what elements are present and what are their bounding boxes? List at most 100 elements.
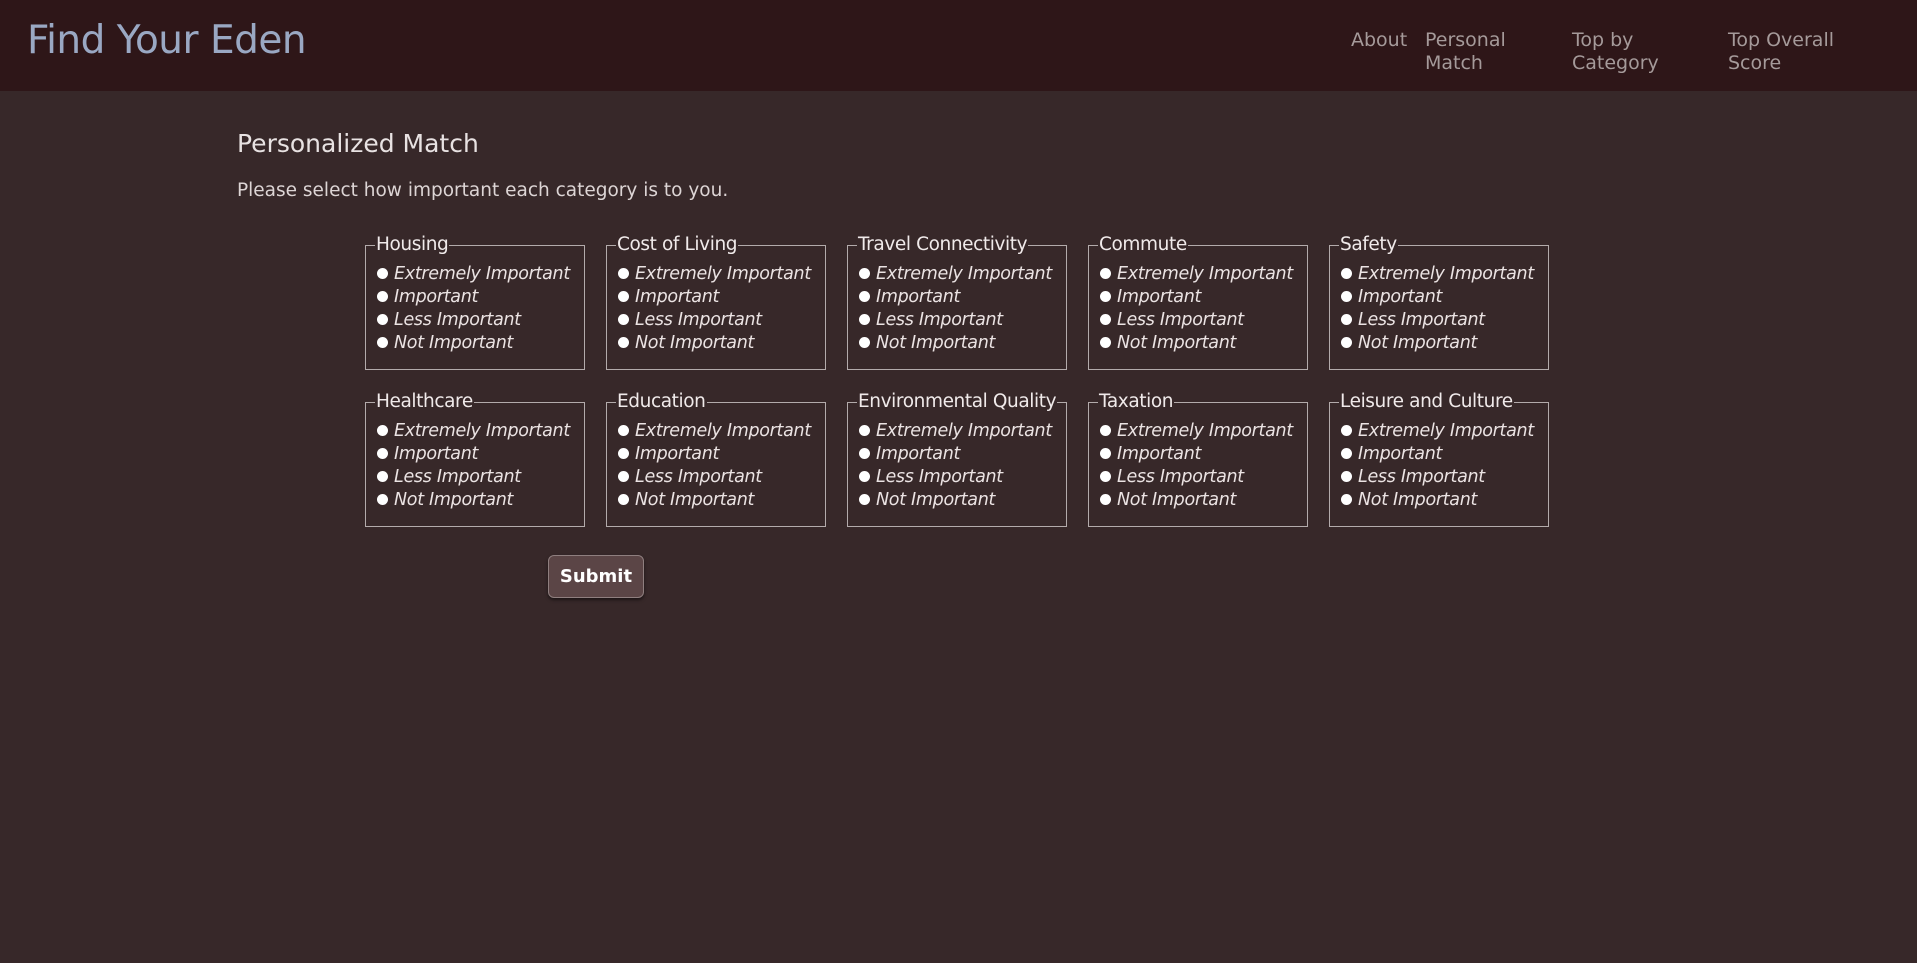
- radio-button[interactable]: [618, 291, 629, 302]
- nav-link-top-overall-score-line1: Top Overall: [1728, 29, 1835, 51]
- radio-option-healthcare-2[interactable]: Less Important: [377, 465, 521, 488]
- radio-label: Not Important: [1358, 332, 1478, 353]
- fieldset-legend: Taxation: [1098, 391, 1175, 413]
- radio-label: Not Important: [1117, 489, 1237, 510]
- radio-button[interactable]: [377, 471, 388, 482]
- radio-button[interactable]: [1100, 448, 1111, 459]
- radio-label: Less Important: [1358, 309, 1485, 330]
- radio-button[interactable]: [1341, 448, 1352, 459]
- radio-option-leisure-and-culture-3[interactable]: Not Important: [1341, 488, 1477, 511]
- radio-button[interactable]: [377, 425, 388, 436]
- radio-option-taxation-0[interactable]: Extremely Important: [1100, 419, 1293, 442]
- radio-option-housing-0[interactable]: Extremely Important: [377, 262, 570, 285]
- radio-option-cost-of-living-2[interactable]: Less Important: [618, 308, 762, 331]
- radio-label: Not Important: [394, 489, 514, 510]
- radio-label: Less Important: [876, 466, 1003, 487]
- radio-button[interactable]: [1100, 314, 1111, 325]
- radio-option-travel-connectivity-0[interactable]: Extremely Important: [859, 262, 1052, 285]
- radio-option-environmental-quality-2[interactable]: Less Important: [859, 465, 1003, 488]
- radio-label: Important: [1358, 286, 1443, 307]
- radio-option-education-0[interactable]: Extremely Important: [618, 419, 811, 442]
- radio-button[interactable]: [1341, 425, 1352, 436]
- radio-option-environmental-quality-0[interactable]: Extremely Important: [859, 419, 1052, 442]
- radio-option-leisure-and-culture-1[interactable]: Important: [1341, 442, 1442, 465]
- radio-option-education-3[interactable]: Not Important: [618, 488, 754, 511]
- radio-button[interactable]: [1341, 268, 1352, 279]
- radio-option-travel-connectivity-1[interactable]: Important: [859, 285, 960, 308]
- nav-link-top-by-category[interactable]: Top by Category: [1572, 29, 1659, 75]
- radio-button[interactable]: [859, 425, 870, 436]
- radio-button[interactable]: [377, 268, 388, 279]
- radio-button[interactable]: [859, 448, 870, 459]
- radio-label: Not Important: [635, 332, 755, 353]
- radio-option-environmental-quality-1[interactable]: Important: [859, 442, 960, 465]
- radio-option-taxation-3[interactable]: Not Important: [1100, 488, 1236, 511]
- site-logo[interactable]: Find Your Eden: [27, 18, 307, 63]
- radio-label: Less Important: [1117, 466, 1244, 487]
- radio-option-commute-1[interactable]: Important: [1100, 285, 1201, 308]
- radio-button[interactable]: [1100, 337, 1111, 348]
- radio-option-education-1[interactable]: Important: [618, 442, 719, 465]
- radio-button[interactable]: [377, 448, 388, 459]
- radio-option-travel-connectivity-3[interactable]: Not Important: [859, 331, 995, 354]
- radio-option-travel-connectivity-2[interactable]: Less Important: [859, 308, 1003, 331]
- radio-button[interactable]: [377, 314, 388, 325]
- radio-option-healthcare-3[interactable]: Not Important: [377, 488, 513, 511]
- radio-button[interactable]: [618, 471, 629, 482]
- radio-button[interactable]: [859, 471, 870, 482]
- radio-button[interactable]: [618, 494, 629, 505]
- radio-option-healthcare-0[interactable]: Extremely Important: [377, 419, 570, 442]
- nav-link-about[interactable]: About: [1351, 29, 1407, 52]
- radio-option-cost-of-living-3[interactable]: Not Important: [618, 331, 754, 354]
- radio-option-safety-0[interactable]: Extremely Important: [1341, 262, 1534, 285]
- radio-button[interactable]: [1100, 425, 1111, 436]
- radio-option-cost-of-living-1[interactable]: Important: [618, 285, 719, 308]
- radio-option-taxation-1[interactable]: Important: [1100, 442, 1201, 465]
- radio-button[interactable]: [1100, 471, 1111, 482]
- radio-button[interactable]: [618, 337, 629, 348]
- radio-option-education-2[interactable]: Less Important: [618, 465, 762, 488]
- radio-option-healthcare-1[interactable]: Important: [377, 442, 478, 465]
- radio-button[interactable]: [377, 494, 388, 505]
- radio-option-cost-of-living-0[interactable]: Extremely Important: [618, 262, 811, 285]
- nav-link-top-overall-score[interactable]: Top Overall Score: [1728, 29, 1834, 75]
- radio-button[interactable]: [859, 268, 870, 279]
- radio-option-commute-3[interactable]: Not Important: [1100, 331, 1236, 354]
- radio-option-safety-1[interactable]: Important: [1341, 285, 1442, 308]
- radio-option-safety-3[interactable]: Not Important: [1341, 331, 1477, 354]
- radio-button[interactable]: [1341, 314, 1352, 325]
- radio-button[interactable]: [1100, 291, 1111, 302]
- radio-option-taxation-2[interactable]: Less Important: [1100, 465, 1244, 488]
- radio-button[interactable]: [618, 314, 629, 325]
- nav-link-personal-match[interactable]: Personal Match: [1425, 29, 1506, 75]
- radio-option-commute-2[interactable]: Less Important: [1100, 308, 1244, 331]
- radio-option-safety-2[interactable]: Less Important: [1341, 308, 1485, 331]
- radio-button[interactable]: [618, 425, 629, 436]
- radio-option-housing-2[interactable]: Less Important: [377, 308, 521, 331]
- radio-label: Extremely Important: [635, 420, 811, 441]
- radio-label: Not Important: [876, 489, 996, 510]
- radio-option-commute-0[interactable]: Extremely Important: [1100, 262, 1293, 285]
- radio-button[interactable]: [859, 314, 870, 325]
- radio-button[interactable]: [1341, 494, 1352, 505]
- radio-label: Less Important: [876, 309, 1003, 330]
- submit-button[interactable]: Submit: [548, 555, 644, 598]
- radio-option-leisure-and-culture-0[interactable]: Extremely Important: [1341, 419, 1534, 442]
- radio-option-environmental-quality-3[interactable]: Not Important: [859, 488, 995, 511]
- radio-button[interactable]: [859, 291, 870, 302]
- radio-button[interactable]: [377, 291, 388, 302]
- radio-button[interactable]: [1341, 337, 1352, 348]
- radio-label: Important: [876, 443, 961, 464]
- radio-button[interactable]: [1341, 291, 1352, 302]
- radio-option-housing-3[interactable]: Not Important: [377, 331, 513, 354]
- radio-button[interactable]: [377, 337, 388, 348]
- radio-button[interactable]: [1341, 471, 1352, 482]
- radio-button[interactable]: [859, 494, 870, 505]
- radio-button[interactable]: [1100, 268, 1111, 279]
- radio-button[interactable]: [618, 268, 629, 279]
- radio-button[interactable]: [859, 337, 870, 348]
- radio-option-housing-1[interactable]: Important: [377, 285, 478, 308]
- radio-button[interactable]: [618, 448, 629, 459]
- radio-button[interactable]: [1100, 494, 1111, 505]
- radio-option-leisure-and-culture-2[interactable]: Less Important: [1341, 465, 1485, 488]
